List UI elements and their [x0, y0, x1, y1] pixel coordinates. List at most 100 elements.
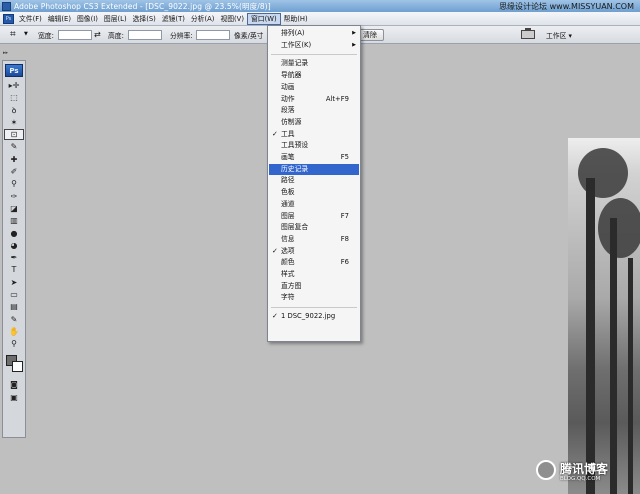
hand-icon[interactable]: ✋	[4, 326, 24, 337]
window-menu-item-label: 信息	[281, 234, 295, 243]
window-menu-item[interactable]: 图层复合	[269, 222, 359, 234]
blog-watermark: 腾讯博客 BLOG.QQ.COM	[530, 458, 634, 488]
toolbox-collapse-icon[interactable]: ▸▸	[3, 50, 8, 56]
window-menu-item[interactable]: 测量记录	[269, 58, 359, 70]
menu-items: 文件(F) 编辑(E) 图像(I) 图层(L) 选择(S) 滤镜(T) 分析(A) 视图(V)…	[16, 12, 311, 25]
zoom-icon[interactable]: ⚲	[4, 338, 24, 349]
path-select-icon[interactable]: ➤	[4, 277, 24, 288]
crop-icon[interactable]: ⊡	[4, 129, 24, 141]
tree-foliage	[598, 198, 640, 258]
pen-icon[interactable]: ✒	[4, 252, 24, 263]
window-title: Adobe Photoshop CS3 Extended - [DSC_9022…	[14, 1, 271, 11]
dodge-icon[interactable]: ◕	[4, 240, 24, 251]
window-menu-item[interactable]: 信息 F8	[269, 234, 359, 246]
window-menu-shortcut: F8	[340, 234, 349, 243]
site-watermark: 思缘设计论坛 www.MISSYUAN.COM	[499, 2, 634, 11]
chevron-down-icon[interactable]: ▼	[24, 31, 28, 37]
window-menu-item-label: 动作	[281, 94, 295, 103]
menu-0[interactable]: 文件(F)	[16, 13, 45, 25]
menu-separator	[271, 54, 357, 56]
brush-icon[interactable]: ✐	[4, 166, 24, 177]
window-menu-item[interactable]: ✓ 1 DSC_9022.jpg	[269, 311, 359, 323]
color-swatches	[3, 351, 25, 377]
palette-well-icon[interactable]	[521, 28, 535, 39]
window-menu-item-label: 仿制源	[281, 117, 302, 126]
window-menu-item[interactable]: 动画	[269, 82, 359, 94]
background-color-swatch[interactable]	[12, 361, 23, 373]
blog-watermark-url: BLOG.QQ.COM	[560, 476, 601, 482]
window-menu-item[interactable]: 工作区(K) ▶	[269, 40, 359, 52]
window-menu-item[interactable]: 导航器	[269, 70, 359, 82]
window-menu-item[interactable]: 色板	[269, 187, 359, 199]
window-menu-item[interactable]: ✓ 工具	[269, 129, 359, 141]
width-field[interactable]	[58, 30, 92, 40]
menu-bar: Ps 文件(F) 编辑(E) 图像(I) 图层(L) 选择(S) 滤镜(T) 分析(A) 视图…	[0, 12, 640, 26]
window-menu-dropdown: 排列(A) ▶ 工作区(K) ▶ 测量记录 导航器 动画动作 Alt+F9 段落 仿制源 ✓ 工具 工具…	[267, 25, 361, 342]
menu-7[interactable]: 视图(V)	[217, 13, 247, 25]
lasso-icon[interactable]: ꝺ	[4, 105, 24, 116]
window-menu-item-label: 工作区(K)	[281, 40, 312, 49]
window-menu-item[interactable]: 仿制源	[269, 117, 359, 129]
move-icon[interactable]: ▸✛	[4, 80, 24, 91]
submenu-arrow-icon: ▶	[352, 41, 356, 48]
clone-stamp-icon[interactable]: ⚲	[4, 178, 24, 189]
healing-icon[interactable]: ✚	[4, 154, 24, 165]
workspace-button[interactable]: 工作区 ▾	[546, 30, 572, 40]
menu-3[interactable]: 图层(L)	[101, 13, 130, 25]
menu-8[interactable]: 窗口(W)	[246, 12, 281, 25]
window-menu-item-label: 样式	[281, 270, 295, 278]
window-menu-item[interactable]: 动作 Alt+F9	[269, 94, 359, 106]
ps-logo[interactable]: Ps	[5, 64, 23, 77]
notes-icon[interactable]: ▤	[4, 301, 24, 312]
height-label: 高度:	[108, 32, 124, 40]
window-menu-item-label: 动画	[281, 82, 295, 91]
shape-icon[interactable]: ▭	[4, 289, 24, 300]
window-menu-item-label: 选项	[281, 246, 295, 255]
window-menu-item[interactable]: 段落	[269, 105, 359, 117]
window-menu-item[interactable]: 工具预设	[269, 140, 359, 152]
window-menu-shortcut: F5	[340, 153, 349, 161]
window-menu-item[interactable]: 路径	[269, 175, 359, 187]
resolution-field[interactable]	[196, 30, 230, 40]
menu-2[interactable]: 图像(I)	[74, 13, 101, 25]
window-menu-item[interactable]: 直方图	[269, 281, 359, 293]
checkmark-icon: ✓	[272, 246, 278, 255]
gradient-icon[interactable]: ▥	[4, 215, 24, 226]
menu-9[interactable]: 帮助(H)	[281, 13, 311, 25]
quick-mask-icon[interactable]: ◙	[4, 379, 24, 390]
window-menu-item[interactable]: 颜色 F6	[269, 257, 359, 269]
window-menu-shortcut: F6	[340, 258, 349, 267]
crop-tool-preset-icon[interactable]: ⌗	[10, 29, 22, 41]
eyedropper-icon[interactable]: ✎	[4, 314, 24, 325]
history-brush-icon[interactable]: ✑	[4, 191, 24, 202]
window-menu-item[interactable]: 图层 F7	[269, 211, 359, 223]
menu-4[interactable]: 选择(S)	[130, 13, 159, 25]
window-menu-item[interactable]: 字符	[269, 292, 359, 304]
marquee-icon[interactable]: ⬚	[4, 92, 24, 103]
blur-icon[interactable]: ●	[4, 228, 24, 239]
document-image[interactable]	[568, 138, 640, 494]
window-menu-item-label: 图层	[281, 211, 295, 220]
height-field[interactable]	[128, 30, 162, 40]
window-menu-item[interactable]: 排列(A) ▶	[269, 28, 359, 40]
window-menu-item[interactable]: 历史记录	[269, 163, 359, 176]
swap-dimensions-icon[interactable]: ⇄	[94, 30, 101, 39]
magic-wand-icon[interactable]: ✶	[4, 117, 24, 128]
menu-1[interactable]: 编辑(E)	[45, 13, 74, 25]
resolution-unit-select[interactable]: 像素/英寸	[234, 30, 263, 40]
window-menu-item-label: 图层复合	[281, 223, 309, 232]
window-menu-item[interactable]: ✓ 选项	[269, 246, 359, 258]
type-icon[interactable]: T	[4, 264, 24, 275]
window-menu-item[interactable]: 通道	[269, 199, 359, 211]
menu-5[interactable]: 滤镜(T)	[159, 13, 188, 25]
screen-mode-icon[interactable]: ▣	[4, 392, 24, 403]
slice-icon[interactable]: ✎	[4, 141, 24, 152]
window-menu-item[interactable]: 画笔 F5	[269, 152, 359, 164]
checkmark-icon: ✓	[272, 312, 278, 321]
window-menu-item[interactable]: 样式	[269, 269, 359, 281]
menu-6[interactable]: 分析(A)	[188, 13, 218, 25]
window-menu-item-label: 历史记录	[281, 164, 309, 173]
blog-watermark-title: 腾讯博客	[560, 462, 609, 476]
ps-document-icon[interactable]: Ps	[3, 13, 14, 24]
eraser-icon[interactable]: ◪	[4, 203, 24, 214]
